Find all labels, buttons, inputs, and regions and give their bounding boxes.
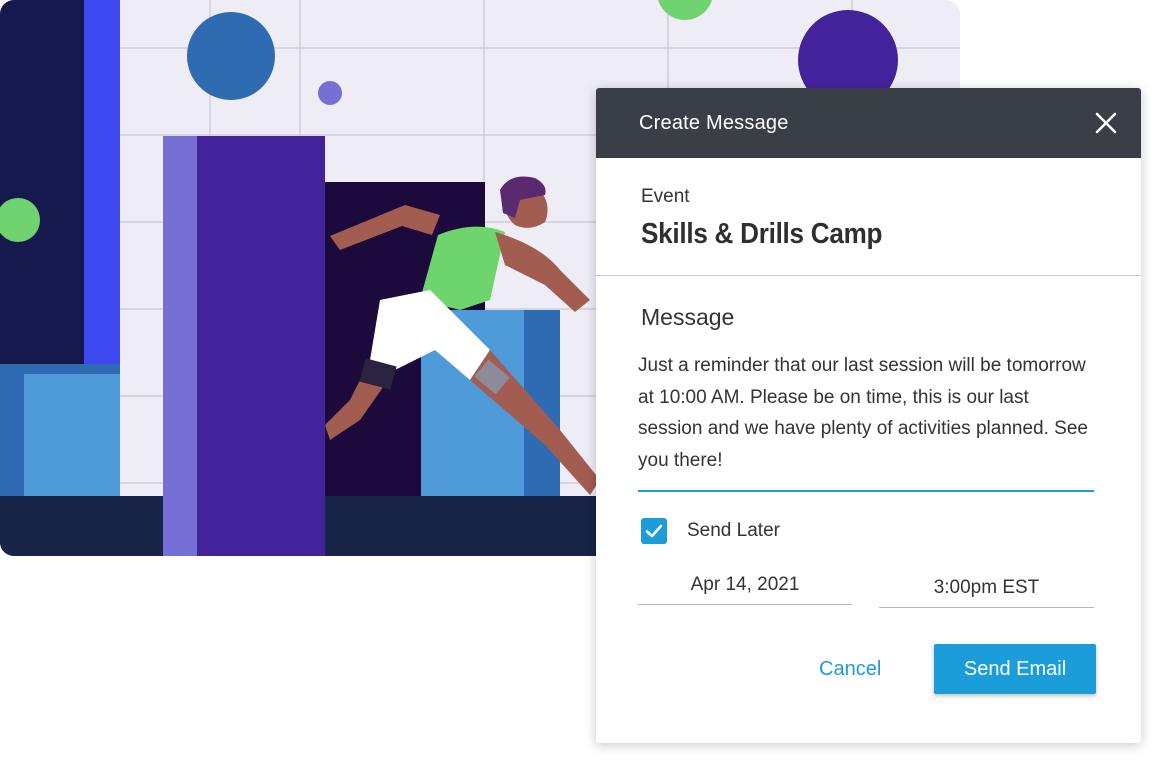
close-icon: [1095, 112, 1117, 134]
cancel-button[interactable]: Cancel: [819, 658, 881, 681]
send-email-button[interactable]: Send Email: [934, 644, 1096, 694]
dialog-header: Create Message: [596, 88, 1141, 158]
send-email-label: Send Email: [963, 657, 1067, 680]
event-section: Event Skills & Drills Camp: [596, 158, 1141, 276]
create-message-dialog: Create Message Event Skills & Drills Cam…: [596, 88, 1141, 743]
send-later-toggle[interactable]: Send Later: [641, 518, 780, 544]
send-later-checkbox[interactable]: [641, 518, 667, 544]
time-value: 3:00pm EST: [933, 577, 1040, 598]
event-label: Event: [641, 186, 690, 207]
date-value: Apr 14, 2021: [690, 574, 800, 595]
message-textarea[interactable]: Just a reminder that our last session wi…: [638, 350, 1094, 486]
message-label: Message: [641, 304, 735, 330]
checkmark-icon: [645, 524, 663, 538]
time-field[interactable]: 3:00pm EST: [879, 569, 1094, 608]
close-button[interactable]: [1093, 110, 1119, 136]
send-later-label: Send Later: [687, 520, 780, 541]
dialog-title: Create Message: [639, 112, 789, 134]
message-underline: [638, 490, 1094, 492]
date-field[interactable]: Apr 14, 2021: [638, 566, 852, 605]
event-name: Skills & Drills Camp: [641, 218, 883, 250]
